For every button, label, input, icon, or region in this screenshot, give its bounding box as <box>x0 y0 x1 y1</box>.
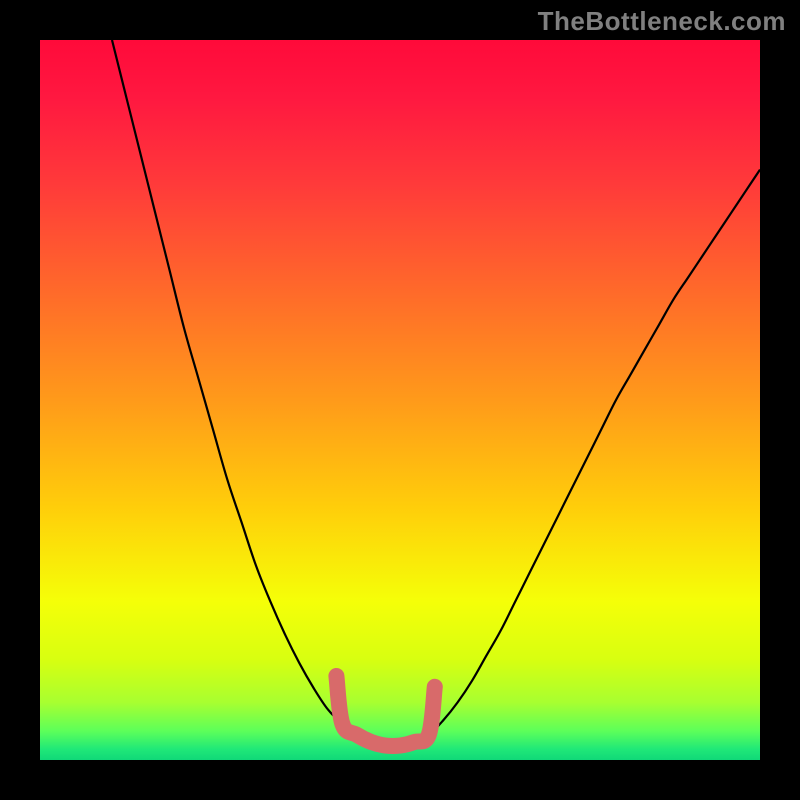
plot-area <box>40 40 760 760</box>
plot-svg <box>40 40 760 760</box>
watermark-text: TheBottleneck.com <box>538 6 786 37</box>
chart-frame: TheBottleneck.com <box>0 0 800 800</box>
risk-gradient-background <box>40 40 760 760</box>
